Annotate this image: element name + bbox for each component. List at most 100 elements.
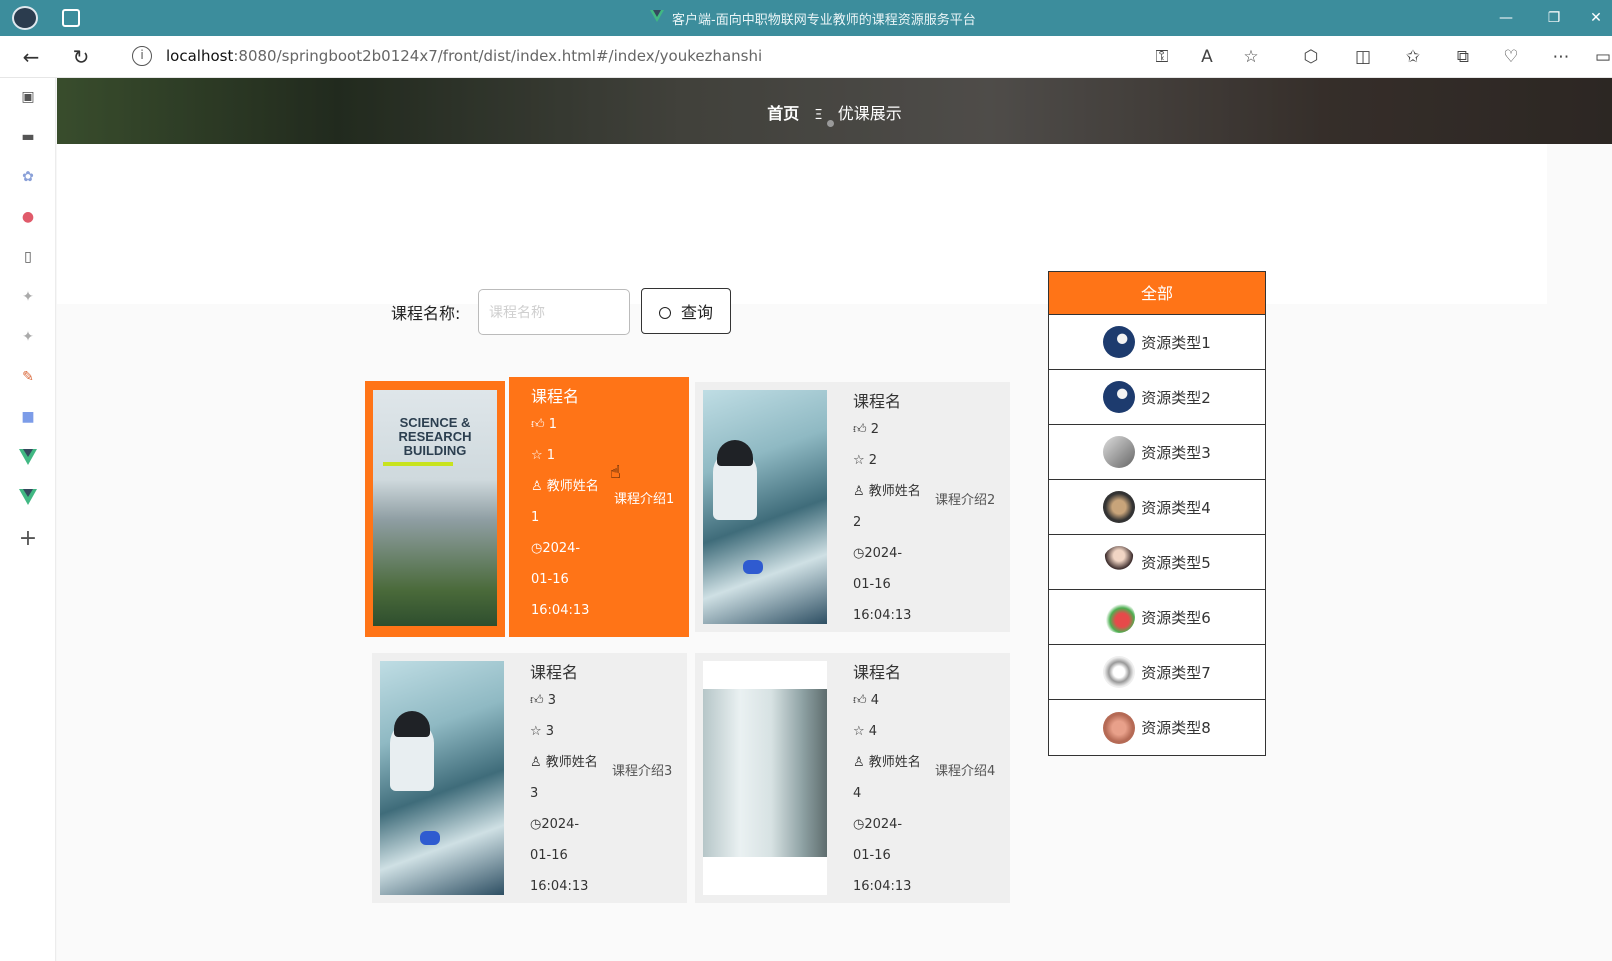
vue-tab-icon[interactable] [17, 446, 39, 468]
breadcrumb: 首页 Ξ 优课展示 [57, 100, 1612, 124]
split-screen-icon[interactable]: ◫ [1352, 46, 1374, 68]
category-avatar-icon [1103, 436, 1136, 468]
clock-icon: ◷ [530, 817, 542, 832]
vue-logo-icon [650, 10, 664, 22]
category-item[interactable]: 资源类型1 [1049, 315, 1265, 370]
carousel-dot[interactable] [827, 120, 834, 127]
course-time: ◷2024-01-16 16:04:13 [853, 817, 912, 894]
url-field[interactable]: localhost:8080/springboot2b0124x7/front/… [166, 47, 762, 65]
course-card[interactable]: 课程名 👍︎ 2 ☆ 2 ♙ 教师姓名2 ◷2024-01-16 16:04:1… [695, 382, 1010, 632]
course-likes: 👍︎ 2 [853, 422, 880, 437]
user-icon: ♙ [853, 755, 865, 770]
course-card[interactable]: 课程名 👍︎ 4 ☆ 4 ♙ 教师姓名4 ◷2024-01-16 16:04:1… [695, 653, 1010, 903]
course-teacher: ♙ 教师姓名4 [853, 755, 921, 801]
window-titlebar: 客户端-面向中职物联网专业教师的课程资源服务平台 — ❐ ✕ [0, 0, 1612, 36]
course-name-input[interactable] [478, 289, 630, 335]
course-time: ◷2024-01-16 16:04:13 [531, 541, 590, 618]
app-icon[interactable]: ✦ [17, 326, 39, 348]
category-item[interactable]: 资源类型6 [1049, 590, 1265, 645]
course-name: 课程名 [531, 387, 580, 406]
app-icon[interactable]: ✦ [17, 286, 39, 308]
course-teacher: ♙ 教师姓名2 [853, 484, 921, 530]
course-image[interactable] [703, 390, 827, 624]
favorites-list-icon[interactable]: ✩ [1402, 46, 1424, 68]
document-icon[interactable]: ▯ [17, 246, 39, 268]
favorite-star-icon[interactable]: ☆ [1240, 46, 1262, 68]
clock-icon: ◷ [853, 817, 865, 832]
app-icon[interactable]: ▬ [17, 126, 39, 148]
category-avatar-icon [1103, 326, 1136, 358]
thumbs-up-icon: 👍︎ [531, 417, 545, 432]
breadcrumb-separator: Ξ [814, 108, 823, 123]
refresh-button[interactable]: ↻ [68, 44, 94, 70]
tab-list-icon[interactable]: ▣ [17, 86, 39, 108]
course-image[interactable] [703, 661, 827, 895]
back-button[interactable]: ← [18, 44, 44, 70]
browser-health-icon[interactable]: ♡ [1500, 46, 1522, 68]
course-likes: 👍︎ 1 [531, 417, 558, 432]
restore-button[interactable]: ❐ [1542, 6, 1566, 30]
course-likes: 👍︎ 3 [530, 693, 557, 708]
user-icon: ♙ [853, 484, 865, 499]
course-favorites: ☆ 4 [853, 724, 878, 739]
user-icon: ♙ [531, 479, 543, 494]
window-title: 客户端-面向中职物联网专业教师的课程资源服务平台 [672, 13, 976, 28]
category-item[interactable]: 资源类型3 [1049, 425, 1265, 480]
header-banner: 首页 Ξ 优课展示 [57, 78, 1612, 144]
category-item[interactable]: 资源类型4 [1049, 480, 1265, 535]
key-icon[interactable]: ⚿ [1151, 46, 1173, 68]
search-button[interactable]: 查询 [641, 288, 731, 334]
course-name: 课程名 [853, 392, 902, 411]
tab-actions-icon[interactable] [62, 9, 80, 27]
app-icon[interactable]: ✿ [17, 166, 39, 188]
minimize-button[interactable]: — [1494, 6, 1518, 30]
star-icon: ☆ [531, 448, 543, 463]
vue-tab-icon[interactable] [17, 486, 39, 508]
course-favorites: ☆ 2 [853, 453, 878, 468]
app-icon[interactable]: ● [17, 206, 39, 228]
course-time: ◷2024-01-16 16:04:13 [530, 817, 589, 894]
category-panel: 全部 资源类型1 资源类型2 资源类型3 资源类型4 资源类型5 资源类型6 资… [1048, 271, 1266, 756]
close-button[interactable]: ✕ [1584, 6, 1608, 30]
course-info: 课程名 👍︎ 4 ☆ 4 ♙ 教师姓名4 ◷2024-01-16 16:04:1… [853, 661, 1003, 902]
course-card[interactable]: 课程名 👍︎ 3 ☆ 3 ♙ 教师姓名3 ◷2024-01-16 16:04:1… [372, 653, 687, 903]
category-avatar-icon [1103, 711, 1136, 744]
category-avatar-icon [1103, 656, 1136, 688]
user-icon: ♙ [530, 755, 542, 770]
thumbs-up-icon: 👍︎ [853, 422, 867, 437]
course-card[interactable]: SCIENCE & RESEARCH BUILDING 课程名 👍︎ 1 ☆ 1 ♙… [365, 377, 689, 637]
read-aloud-icon[interactable]: A [1196, 46, 1218, 68]
sidebar-toggle-icon[interactable]: ▭ [1592, 46, 1612, 68]
mouse-cursor-icon: ☝ [610, 462, 621, 483]
star-icon: ☆ [853, 724, 865, 739]
category-item[interactable]: 资源类型5 [1049, 535, 1265, 590]
site-info-icon[interactable]: i [132, 46, 152, 66]
add-icon[interactable]: + [17, 528, 39, 550]
collections-icon[interactable]: ⧉ [1452, 46, 1474, 68]
thumbs-up-icon: 👍︎ [853, 693, 867, 708]
category-item[interactable]: 资源类型7 [1049, 645, 1265, 700]
more-menu-icon[interactable]: ⋯ [1550, 46, 1572, 68]
course-intro: 课程介绍3 [612, 764, 673, 779]
course-favorites: ☆ 3 [530, 724, 555, 739]
chat-icon[interactable]: ■ [17, 406, 39, 428]
course-intro: 课程介绍4 [935, 764, 996, 779]
extensions-icon[interactable]: ⬡ [1300, 46, 1322, 68]
course-image[interactable] [380, 661, 504, 895]
app-icon[interactable]: ✎ [17, 366, 39, 388]
category-item[interactable]: 资源类型2 [1049, 370, 1265, 425]
breadcrumb-home[interactable]: 首页 [767, 104, 799, 123]
star-icon: ☆ [853, 453, 865, 468]
search-label: 课程名称: [391, 304, 461, 323]
category-avatar-icon [1103, 601, 1136, 633]
category-all[interactable]: 全部 [1049, 272, 1265, 315]
star-icon: ☆ [530, 724, 542, 739]
spacer [57, 144, 1547, 304]
clock-icon: ◷ [531, 541, 543, 556]
course-image[interactable]: SCIENCE & RESEARCH BUILDING [373, 390, 497, 626]
search-icon [658, 307, 671, 319]
course-favorites: ☆ 1 [531, 448, 556, 463]
profile-avatar-icon[interactable] [12, 6, 38, 30]
category-item[interactable]: 资源类型8 [1049, 700, 1265, 755]
category-avatar-icon [1103, 381, 1136, 413]
